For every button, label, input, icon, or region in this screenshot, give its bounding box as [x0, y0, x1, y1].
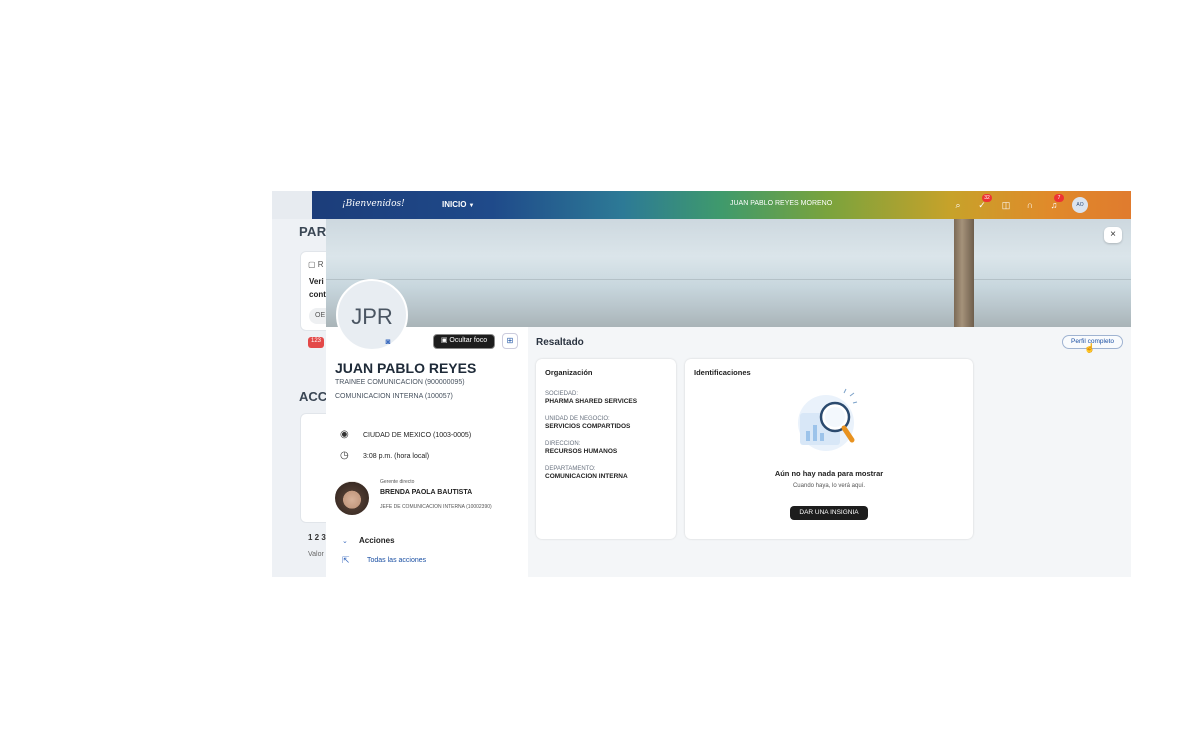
badges-card-title: Identificaciones	[694, 368, 751, 377]
tasks-icon[interactable]: ✓ 32	[976, 194, 992, 211]
user-avatar[interactable]: AO	[1072, 197, 1088, 213]
background-section-title-2: ACC	[299, 389, 328, 404]
empty-state-subtitle: Cuando haya, lo verá aquí.	[792, 483, 866, 489]
nav-inicio-menu[interactable]: INICIO ▼	[442, 200, 474, 209]
org-field-value: SERVICIOS COMPARTIDOS	[545, 423, 631, 430]
headset-icon[interactable]: ∩	[1024, 199, 1036, 211]
org-field-departamento: DEPARTAMENTO: COMUNICACION INTERNA	[545, 466, 628, 480]
nav-inicio-label: INICIO	[442, 200, 467, 209]
background-valor-label: Valor	[308, 551, 324, 558]
background-badge: 123	[308, 337, 325, 348]
manager-avatar[interactable]	[335, 481, 369, 515]
profile-location: CIUDAD DE MEXICO (1003-0005)	[363, 432, 472, 439]
org-field-value: RECURSOS HUMANOS	[545, 448, 618, 455]
shell-actions: ⌕ ✓ 32 ◫ ∩ ♫ 7 AO	[952, 194, 1088, 215]
chevron-down-icon[interactable]: ⌄	[342, 537, 348, 545]
profile-position: TRAINEE COMUNICACION (900000095)	[335, 379, 465, 386]
shell-bar: ¡Bienvenidos! INICIO ▼ JUAN PABLO REYES M…	[312, 191, 1131, 219]
mouse-cursor-icon: ☝	[1084, 343, 1096, 353]
empty-search-illustration	[798, 388, 858, 451]
highlight-title: Resaltado	[536, 337, 584, 348]
profile-banner-image	[326, 219, 1131, 327]
org-field-unidad: UNIDAD DE NEGOCIO: SERVICIOS COMPARTIDOS	[545, 416, 630, 430]
give-badge-button[interactable]: DAR UNA INSIGNIA	[790, 506, 868, 520]
background-card-line2: cont	[309, 290, 326, 299]
organization-card: Organización SOCIEDAD: PHARMA SHARED SER…	[536, 359, 676, 539]
apps-icon[interactable]: ◫	[1000, 199, 1012, 211]
org-field-key: DEPARTAMENTO:	[545, 466, 596, 472]
background-pagination[interactable]: 1 2 3	[308, 533, 326, 542]
empty-state-title: Aún no hay nada para mostrar	[774, 469, 884, 478]
close-button[interactable]: ×	[1104, 227, 1122, 243]
manager-caption: Gerente directo	[380, 479, 415, 485]
camera-icon[interactable]: ◙	[382, 336, 394, 348]
tasks-badge: 32	[982, 194, 992, 202]
brand-logo[interactable]: ¡Bienvenidos!	[342, 199, 405, 209]
profile-name: JUAN PABLO REYES	[335, 360, 477, 376]
notifications-icon[interactable]: ♫ 7	[1048, 194, 1064, 211]
hide-focus-label: Ocultar foco	[449, 337, 488, 344]
manager-name[interactable]: BRENDA PAOLA BAUTISTA	[380, 489, 472, 496]
chevron-down-icon: ▼	[468, 203, 475, 209]
banner-horizon	[326, 279, 1131, 280]
hide-focus-button[interactable]: ▣ Ocultar foco	[433, 334, 495, 349]
actions-section-toggle[interactable]: Acciones	[359, 536, 395, 545]
org-field-value: COMUNICACION INTERNA	[545, 473, 628, 480]
banner-pole	[954, 219, 974, 327]
background-section-title: PAR	[299, 224, 327, 239]
external-link-icon: ⇱	[342, 555, 350, 565]
org-field-value: PHARMA SHARED SERVICES	[545, 398, 638, 405]
badges-card: Identificaciones Aún no hay nada para mo…	[685, 359, 973, 539]
org-field-key: DIRECCION:	[545, 441, 581, 447]
profile-avatar[interactable]: JPR	[336, 279, 408, 351]
clipboard-icon: ▢ R	[308, 260, 324, 269]
org-field-key: SOCIEDAD:	[545, 391, 579, 397]
org-field-sociedad: SOCIEDAD: PHARMA SHARED SERVICES	[545, 391, 637, 405]
clock-icon: ◷	[340, 450, 349, 461]
org-chart-icon[interactable]: ⊞	[502, 333, 518, 349]
profile-left-panel: JPR ◙ ▣ Ocultar foco ⊞ JUAN PABLO REYES …	[326, 279, 528, 577]
all-actions-link[interactable]: Todas las acciones	[367, 557, 426, 564]
profile-quickview-dialog: × JPR ◙ ▣ Ocultar foco ⊞ JUAN PABLO REYE…	[326, 219, 1131, 577]
shell-user-name: JUAN PABLO REYES MORENO	[730, 200, 833, 207]
org-field-key: UNIDAD DE NEGOCIO:	[545, 416, 610, 422]
org-field-direccion: DIRECCION: RECURSOS HUMANOS	[545, 441, 617, 455]
notifications-badge: 7	[1054, 194, 1064, 202]
profile-department: COMUNICACION INTERNA (100057)	[335, 393, 453, 400]
location-pin-icon: ◉	[340, 429, 349, 440]
profile-local-time: 3:08 p.m. (hora local)	[363, 453, 430, 460]
background-card-line1: Veri	[309, 277, 324, 286]
organization-card-title: Organización	[545, 368, 593, 377]
manager-role: JEFE DE COMUNICACION INTERNA (10002390)	[380, 504, 492, 510]
search-icon[interactable]: ⌕	[952, 199, 964, 211]
app-window: PAR ▢ R Veri cont OE 123 ACC 1 2 3 Valor…	[272, 191, 1131, 577]
